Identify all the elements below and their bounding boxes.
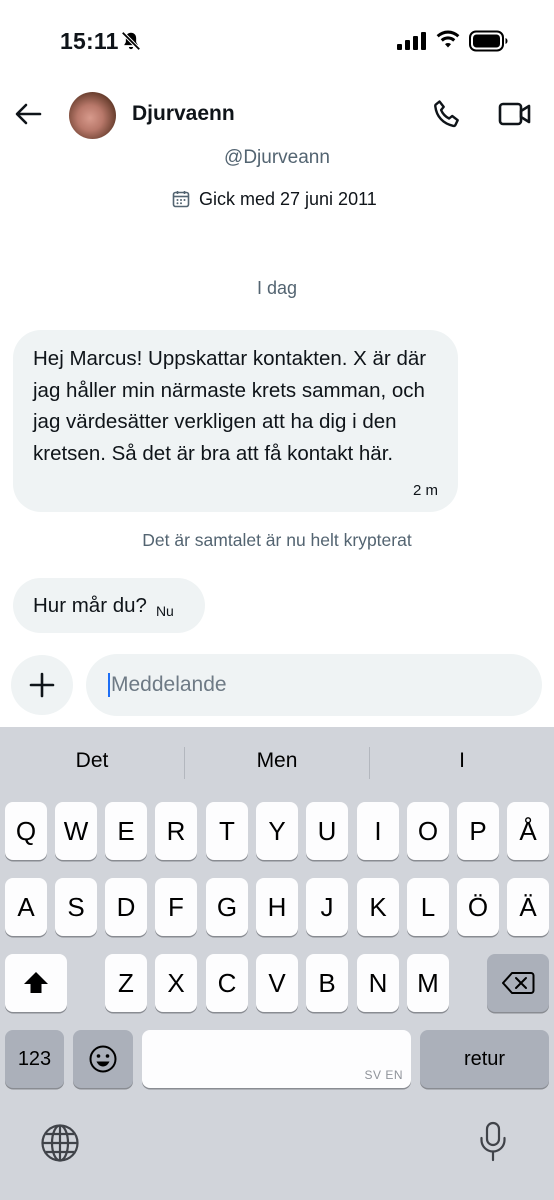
key-y[interactable]: Y	[256, 802, 298, 860]
key-x[interactable]: X	[155, 954, 197, 1012]
conversation-header: Djurvaenn	[0, 80, 554, 150]
back-arrow-icon[interactable]	[12, 98, 44, 130]
message-time: Nu	[155, 603, 174, 619]
key-h[interactable]: H	[256, 878, 298, 936]
day-separator: I dag	[256, 278, 298, 298]
message-text: Hur mår du?	[33, 594, 147, 617]
microphone-icon[interactable]	[478, 1121, 508, 1163]
avatar[interactable]	[69, 92, 116, 139]
cellular-signal-icon	[397, 32, 426, 50]
key-aumlaut[interactable]: Ä	[507, 878, 549, 936]
backspace-icon	[502, 972, 535, 994]
status-bar: 15:11	[0, 0, 554, 80]
key-g[interactable]: G	[206, 878, 248, 936]
video-camera-icon[interactable]	[498, 100, 532, 128]
message-input[interactable]: Meddelande	[86, 654, 542, 716]
return-key[interactable]: retur	[420, 1030, 549, 1088]
key-f[interactable]: F	[155, 878, 197, 936]
message-placeholder: Meddelande	[111, 673, 227, 696]
space-key[interactable]: SV EN	[142, 1030, 411, 1088]
joined-text: Gick med 27 juni 2011	[199, 188, 377, 209]
key-a[interactable]: A	[5, 878, 47, 936]
key-w[interactable]: W	[55, 802, 97, 860]
key-q[interactable]: Q	[5, 802, 47, 860]
suggestion-bar: Det Men I	[0, 727, 554, 797]
calendar-icon	[172, 191, 190, 208]
key-oumlaut[interactable]: Ö	[457, 878, 499, 936]
shift-key[interactable]	[5, 954, 67, 1012]
key-e[interactable]: E	[105, 802, 147, 860]
key-o[interactable]: O	[407, 802, 449, 860]
phone-icon[interactable]	[432, 98, 462, 130]
key-p[interactable]: P	[457, 802, 499, 860]
key-l[interactable]: L	[407, 878, 449, 936]
message-text: Hej Marcus! Uppskattar kontakten. X är d…	[33, 347, 427, 465]
contact-name[interactable]: Djurvaenn	[132, 102, 235, 126]
battery-icon	[469, 30, 508, 52]
wifi-icon	[436, 30, 460, 48]
emoji-icon	[89, 1045, 117, 1073]
key-d[interactable]: D	[105, 878, 147, 936]
joined-date: Gick med 27 juni 2011	[172, 187, 377, 211]
emoji-key[interactable]	[73, 1030, 133, 1088]
key-c[interactable]: C	[206, 954, 248, 1012]
key-t[interactable]: T	[206, 802, 248, 860]
key-s[interactable]: S	[55, 878, 97, 936]
key-j[interactable]: J	[306, 878, 348, 936]
plus-icon	[29, 672, 55, 698]
add-attachment-button[interactable]	[11, 655, 73, 715]
keyboard: Det Men I Q W E R T Y U I O P Å A S D F …	[0, 727, 554, 1200]
backspace-key[interactable]	[487, 954, 549, 1012]
message-bubble[interactable]: Hej Marcus! Uppskattar kontakten. X är d…	[13, 330, 458, 512]
key-aring[interactable]: Å	[507, 802, 549, 860]
contact-handle: @Djurveann	[224, 147, 330, 168]
message-bubble[interactable]: Hur mår du? Nu	[13, 578, 205, 633]
key-u[interactable]: U	[306, 802, 348, 860]
suggestion-item[interactable]: I	[370, 749, 554, 773]
suggestion-item[interactable]: Det	[0, 749, 184, 773]
shift-icon	[24, 972, 48, 993]
key-r[interactable]: R	[155, 802, 197, 860]
key-n[interactable]: N	[357, 954, 399, 1012]
key-z[interactable]: Z	[105, 954, 147, 1012]
message-time: 2 m	[412, 482, 438, 499]
globe-icon[interactable]	[40, 1123, 80, 1163]
numbers-key[interactable]: 123	[5, 1030, 64, 1088]
status-time: 15:11	[60, 28, 119, 54]
bell-slash-icon	[121, 31, 141, 51]
key-m[interactable]: M	[407, 954, 449, 1012]
space-languages: SV EN	[364, 1068, 403, 1082]
key-i[interactable]: I	[357, 802, 399, 860]
encryption-notice: Det är samtalet är nu helt krypterat	[142, 530, 412, 550]
suggestion-item[interactable]: Men	[185, 749, 369, 773]
key-b[interactable]: B	[306, 954, 348, 1012]
text-caret	[108, 673, 110, 697]
key-v[interactable]: V	[256, 954, 298, 1012]
key-k[interactable]: K	[357, 878, 399, 936]
